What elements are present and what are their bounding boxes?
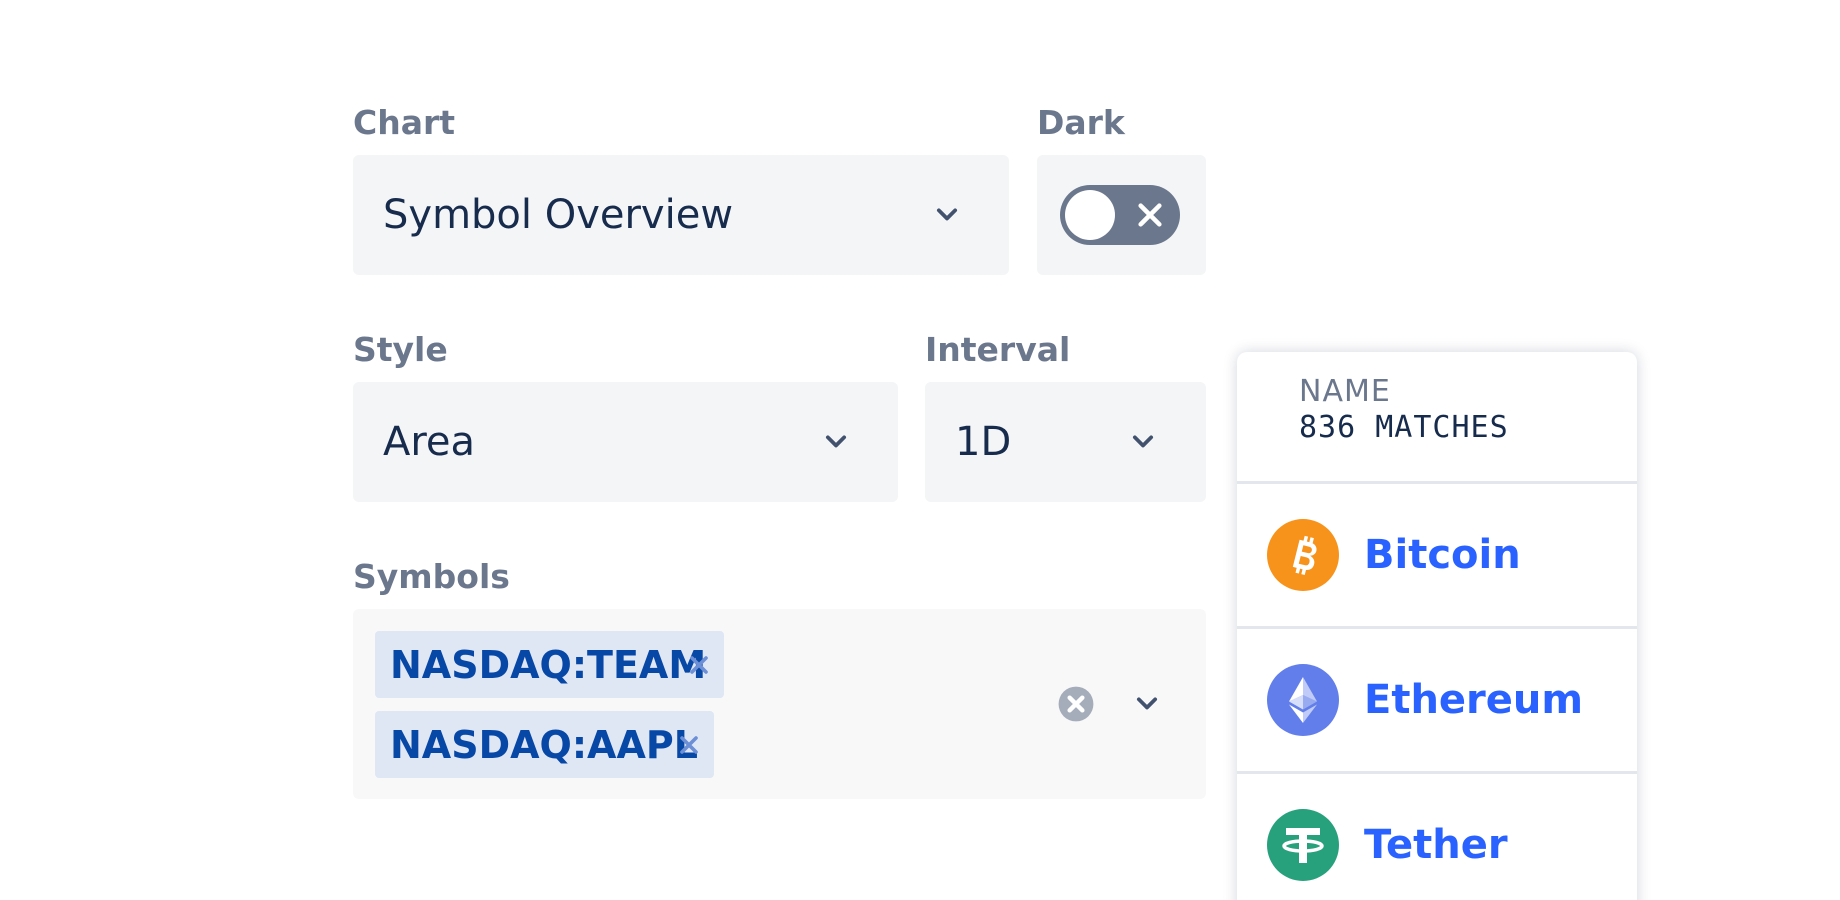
remove-tag-icon[interactable] (677, 733, 701, 757)
symbols-multiselect[interactable]: NASDAQ:TEAM NASDAQ:AAPL (353, 609, 1206, 799)
symbol-tag-label: NASDAQ:AAPL (390, 722, 698, 767)
widget-builder-form: Chart Symbol Overview Dark Style Area In… (0, 0, 1840, 900)
chart-select[interactable]: Symbol Overview (353, 155, 1009, 275)
dark-toggle-container (1037, 155, 1206, 275)
dropdown-option-bitcoin[interactable]: Bitcoin (1237, 484, 1637, 629)
dropdown-option-ethereum[interactable]: Ethereum (1237, 629, 1637, 774)
close-icon (1138, 203, 1162, 227)
dropdown-option-tether[interactable]: Tether (1237, 774, 1637, 900)
chart-label: Chart (353, 103, 456, 142)
remove-tag-icon[interactable] (687, 653, 711, 677)
style-label: Style (353, 330, 448, 369)
symbols-label: Symbols (353, 557, 510, 596)
coin-name: Ethereum (1364, 677, 1584, 723)
dark-toggle[interactable] (1060, 185, 1180, 245)
coin-name: Tether (1364, 822, 1508, 868)
coin-name: Bitcoin (1364, 532, 1521, 578)
chevron-down-icon (936, 208, 958, 221)
chevron-down-icon (825, 435, 847, 448)
symbol-tag-label: NASDAQ:TEAM (390, 642, 707, 687)
column-header: NAME (1299, 374, 1391, 409)
ethereum-icon (1267, 664, 1339, 736)
bitcoin-icon (1267, 519, 1339, 591)
dropdown-header: NAME 836 MATCHES (1237, 352, 1637, 484)
chart-select-value: Symbol Overview (383, 192, 734, 238)
symbol-tag: NASDAQ:AAPL (375, 711, 714, 778)
chevron-down-icon[interactable] (1133, 690, 1161, 718)
style-select-value: Area (383, 419, 476, 465)
tether-icon (1267, 809, 1339, 881)
style-select[interactable]: Area (353, 382, 898, 502)
dark-label: Dark (1037, 103, 1125, 142)
match-count: 836 MATCHES (1299, 410, 1509, 445)
interval-label: Interval (925, 330, 1071, 369)
symbol-tag: NASDAQ:TEAM (375, 631, 724, 698)
toggle-knob (1065, 190, 1115, 240)
interval-select-value: 1D (955, 419, 1012, 465)
interval-select[interactable]: 1D (925, 382, 1206, 502)
symbol-search-dropdown: NAME 836 MATCHES Bitcoin Ethereum Tether (1237, 352, 1637, 900)
chevron-down-icon (1132, 435, 1154, 448)
clear-all-icon[interactable] (1057, 685, 1095, 723)
